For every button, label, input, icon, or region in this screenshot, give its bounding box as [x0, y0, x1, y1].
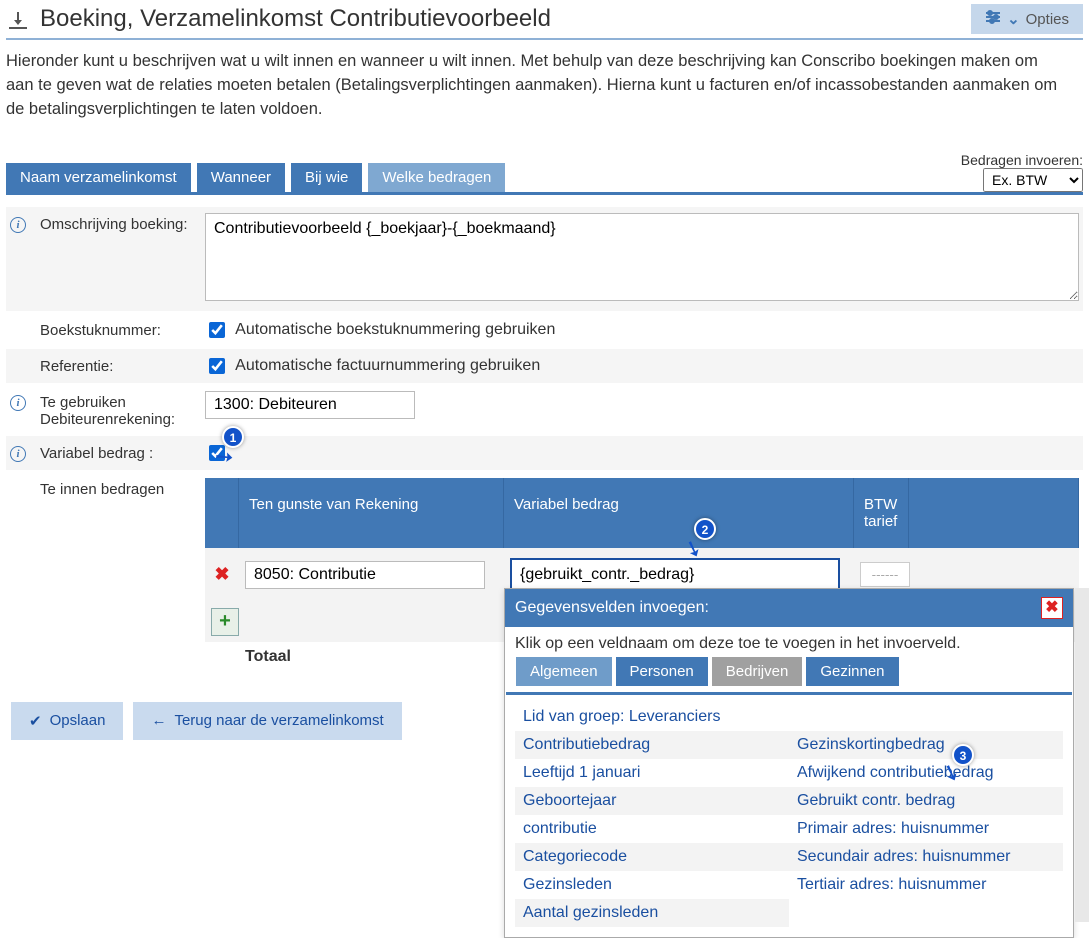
- label-debiteurenrek: Te gebruiken Debiteurenrekening:: [40, 391, 205, 428]
- popup-title: Gegevensvelden invoegen:: [515, 599, 709, 617]
- field-item[interactable]: contributie: [515, 815, 789, 843]
- add-row-button[interactable]: +: [211, 608, 239, 636]
- amounts-header: Ten gunste van Rekening Variabel bedrag …: [205, 478, 1079, 548]
- intro-text: Hieronder kunt u beschrijven wat u wilt …: [6, 50, 1066, 122]
- popup-tab-personen[interactable]: Personen: [616, 657, 708, 686]
- amounts-mode-label: Bedragen invoeren:: [961, 152, 1083, 168]
- amounts-mode-select[interactable]: Ex. BTW: [983, 168, 1083, 192]
- field-item[interactable]: Lid van groep: Leveranciers: [515, 703, 789, 731]
- label-omschrijving: Omschrijving boeking:: [40, 213, 205, 233]
- options-label: Opties: [1026, 11, 1069, 28]
- debiteurenrek-input[interactable]: [205, 391, 415, 419]
- popup-hint: Klik op een veldnaam om deze toe te voeg…: [505, 627, 1073, 657]
- field-item[interactable]: Gebruikt contr. bedrag: [789, 787, 1063, 815]
- field-item[interactable]: Afwijkend contributiebedrag: [789, 759, 1063, 787]
- field-item[interactable]: [789, 703, 1063, 731]
- tab-bijwie[interactable]: Bij wie: [291, 163, 362, 192]
- field-item[interactable]: Gezinskortingbedrag: [789, 731, 1063, 759]
- referentie-auto-checkbox[interactable]: [209, 358, 225, 374]
- popup-tab-algemeen[interactable]: Algemeen: [516, 657, 612, 686]
- popup-tab-bedrijven[interactable]: Bedrijven: [712, 657, 803, 686]
- sliders-icon: [985, 10, 1001, 28]
- variable-amount-input[interactable]: [510, 558, 840, 592]
- back-button[interactable]: ← Terug naar de verzamelinkomst: [133, 702, 401, 740]
- back-label: Terug naar de verzamelinkomst: [174, 712, 383, 729]
- remove-row-button[interactable]: ✖: [205, 560, 239, 589]
- boekstuk-auto-label: Automatische boekstuknummering gebruiken: [235, 321, 555, 338]
- chevron-down-icon: ⌄: [1007, 10, 1020, 28]
- info-icon[interactable]: i: [10, 446, 26, 462]
- field-item[interactable]: Tertiair adres: huisnummer: [789, 871, 1063, 899]
- tabs-underline: [6, 192, 1083, 195]
- page-header: Boeking, Verzamelinkomst Contributievoor…: [6, 4, 1083, 40]
- popup-close-button[interactable]: ✖: [1041, 597, 1063, 619]
- field-item[interactable]: Leeftijd 1 januari: [515, 759, 789, 787]
- page-title: Boeking, Verzamelinkomst Contributievoor…: [40, 5, 971, 33]
- col-btw: BTW tarief: [854, 478, 909, 548]
- amounts-mode: Bedragen invoeren: Ex. BTW: [961, 152, 1083, 192]
- total-label: Totaal: [245, 648, 291, 666]
- save-button[interactable]: ✔ Opslaan: [11, 702, 123, 740]
- tab-wanneer[interactable]: Wanneer: [197, 163, 285, 192]
- fields-popup: Gegevensvelden invoegen: ✖ Klik op een v…: [504, 588, 1074, 938]
- omschrijving-input[interactable]: [205, 213, 1079, 301]
- label-te-innen: Te innen bedragen: [40, 478, 205, 498]
- field-item[interactable]: Geboortejaar: [515, 787, 789, 815]
- referentie-auto-label: Automatische factuurnummering gebruiken: [235, 357, 540, 374]
- annotation-badge-1: 1: [222, 426, 244, 448]
- scrollbar[interactable]: [1075, 588, 1089, 922]
- tab-welke-bedragen[interactable]: Welke bedragen: [368, 163, 505, 192]
- label-boekstuk: Boekstuknummer:: [40, 319, 205, 339]
- col-variable: Variabel bedrag: [504, 478, 854, 548]
- label-variabel: Variabel bedrag :: [40, 442, 205, 462]
- boekstuk-auto-checkbox[interactable]: [209, 322, 225, 338]
- tabs-row: Naam verzamelinkomst Wanneer Bij wie Wel…: [6, 152, 1083, 192]
- check-icon: ✔: [29, 712, 42, 730]
- save-label: Opslaan: [50, 712, 106, 729]
- tab-naam[interactable]: Naam verzamelinkomst: [6, 163, 191, 192]
- btw-input[interactable]: [860, 562, 910, 587]
- info-icon[interactable]: i: [10, 395, 26, 411]
- field-item[interactable]: Primair adres: huisnummer: [789, 815, 1063, 843]
- annotation-badge-2: 2: [694, 518, 716, 540]
- fields-col-right: Gezinskortingbedrag Afwijkend contributi…: [789, 703, 1063, 927]
- field-item[interactable]: Categoriecode: [515, 843, 789, 871]
- popup-tab-gezinnen[interactable]: Gezinnen: [806, 657, 898, 686]
- arrow-left-icon: ←: [151, 712, 166, 729]
- download-icon: [6, 10, 30, 28]
- annotation-badge-3: 3: [952, 744, 974, 766]
- col-account: Ten gunste van Rekening: [239, 478, 504, 548]
- options-button[interactable]: ⌄ Opties: [971, 4, 1083, 34]
- field-item[interactable]: Contributiebedrag: [515, 731, 789, 759]
- fields-col-left: Lid van groep: Leveranciers Contributieb…: [515, 703, 789, 927]
- field-item[interactable]: Secundair adres: huisnummer: [789, 843, 1063, 871]
- field-item[interactable]: Aantal gezinsleden: [515, 899, 789, 927]
- info-icon[interactable]: i: [10, 217, 26, 233]
- field-item[interactable]: Gezinsleden: [515, 871, 789, 899]
- label-referentie: Referentie:: [40, 355, 205, 375]
- account-input[interactable]: [245, 561, 485, 589]
